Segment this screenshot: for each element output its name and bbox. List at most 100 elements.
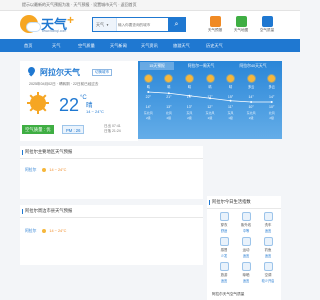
trend-point bbox=[250, 101, 253, 103]
logo-url: www.tianqi.com bbox=[42, 29, 67, 33]
trend-point bbox=[167, 92, 170, 95]
air-icon bbox=[261, 16, 273, 27]
air-quality-bar: 空气质量 : 优 PM : 26 日出 07:41 日落 21:24 bbox=[20, 123, 138, 137]
shortcut-label: 天气地图 bbox=[233, 28, 249, 32]
index-label: 空调 bbox=[264, 273, 272, 277]
life-index-item[interactable]: 晾晒 适宜 bbox=[235, 262, 257, 283]
life-index-item[interactable]: 钓鱼 适宜 bbox=[257, 237, 279, 258]
forecast-wind: 北风 bbox=[268, 111, 275, 115]
forecast-low: 13° bbox=[166, 105, 172, 109]
search-icon: ⌕ bbox=[174, 21, 179, 28]
search-input[interactable] bbox=[118, 19, 168, 30]
forecast-panel: 15天预报 阿拉尔一周天气 阿拉尔40天天气 晴 22° 14° 东北风 2级晴 21° 1… bbox=[138, 61, 282, 139]
life-index-item[interactable]: 旅游 适宜 bbox=[213, 262, 235, 283]
publish-info: 2025年04月02日 · 晴转阴 · 22日前已经过去 bbox=[29, 82, 99, 86]
index-icon bbox=[263, 262, 273, 271]
index-status: 中等 bbox=[242, 229, 250, 233]
forecast-level: 2级 bbox=[248, 116, 254, 120]
pm-badge: PM : 26 bbox=[62, 125, 85, 134]
nav-item-weather[interactable]: 天气 bbox=[52, 39, 60, 52]
index-status: 舒适 bbox=[220, 229, 228, 233]
list-item[interactable]: 阿拉尔 14 ~ 24°C bbox=[25, 229, 66, 234]
index-icon bbox=[241, 212, 251, 221]
life-index-item[interactable]: 运动 适宜 bbox=[235, 237, 257, 258]
index-label: 晾晒 bbox=[242, 273, 250, 277]
current-condition: 晴 bbox=[86, 102, 93, 109]
shortcut-map[interactable]: 天气地图 bbox=[230, 16, 252, 33]
index-label: 紫外线 bbox=[240, 223, 252, 227]
main-districts-section: 阿拉尔主要地区天气预报 阿拉尔 14 ~ 24°C bbox=[20, 146, 203, 199]
tab-40day[interactable]: 阿拉尔40天天气 bbox=[228, 62, 278, 70]
trend-line bbox=[148, 91, 272, 103]
forecast-wind: 北风 bbox=[165, 111, 172, 115]
top-bar-text: 提示以最新的天气预报为准 · 天气预报 · 设置城市天气 · 返回首页 bbox=[22, 2, 137, 7]
index-label: 穿衣 bbox=[220, 223, 228, 227]
shortcut-label: 天气预报 bbox=[207, 28, 223, 32]
nav-item-info[interactable]: 天气资讯 bbox=[141, 39, 158, 52]
life-index-item[interactable]: 洗车 适宜 bbox=[257, 212, 279, 233]
city-temp: 14 ~ 24°C bbox=[49, 229, 67, 233]
city-name: 阿拉尔 bbox=[25, 229, 37, 233]
index-icon bbox=[263, 237, 273, 246]
index-label: 旅游 bbox=[220, 273, 228, 277]
index-status: 适宜 bbox=[242, 254, 250, 258]
shortcut-air[interactable]: 空气质量 bbox=[256, 16, 278, 33]
sunny-icon bbox=[165, 75, 173, 82]
forecast-wind: 东北风 bbox=[246, 111, 256, 115]
nav-item-history[interactable]: 历史天气 bbox=[206, 39, 223, 52]
forecast-low: 10° bbox=[269, 105, 275, 109]
sunny-icon bbox=[185, 75, 193, 82]
current-temp: 22 bbox=[59, 95, 80, 115]
index-icon bbox=[241, 237, 251, 246]
life-index-item[interactable]: 感冒 少发 bbox=[213, 237, 235, 258]
index-icon bbox=[241, 262, 251, 271]
search-type-select[interactable]: 天气 ▼ bbox=[93, 18, 117, 31]
sunset-time: 日落 21:24 bbox=[104, 129, 121, 133]
logo-plus: + bbox=[67, 13, 75, 27]
switch-city-button[interactable]: 切换城市 bbox=[92, 69, 112, 76]
nav-item-travel[interactable]: 旅游天气 bbox=[173, 39, 190, 52]
forecast-level: 2级 bbox=[207, 116, 213, 120]
city-temp: 14 ~ 24°C bbox=[49, 168, 67, 172]
sun-times: 日出 07:41 日落 21:24 bbox=[104, 124, 121, 134]
life-index-item[interactable]: 空调 较少开启 bbox=[257, 262, 279, 283]
city-name: 阿拉尔 bbox=[25, 168, 37, 172]
nav-item-air[interactable]: 空气质量 bbox=[78, 39, 95, 52]
tab-15day[interactable]: 15天预报 bbox=[140, 62, 174, 70]
nav-item-news[interactable]: 天气新闻 bbox=[110, 39, 127, 52]
search-button[interactable]: ⌕ bbox=[168, 18, 185, 31]
chevron-down-icon: ▼ bbox=[106, 23, 109, 27]
life-index-panel: 阿拉尔今日生活指数 穿衣 舒适 紫外线 中等 洗车 适宜 感冒 少发 运动 适宜 钓鱼 适宜 旅游 适宜晾… bbox=[207, 196, 281, 300]
index-label: 钓鱼 bbox=[264, 248, 272, 252]
forecast-low: 14° bbox=[145, 105, 151, 109]
trend-point bbox=[147, 91, 150, 93]
sunny-icon bbox=[42, 168, 47, 172]
forecast-wind: 东北风 bbox=[205, 111, 215, 115]
forecast-tabs: 15天预报 阿拉尔一周天气 阿拉尔40天天气 bbox=[138, 61, 282, 71]
sunny-icon bbox=[42, 229, 47, 233]
index-status: 适宜 bbox=[220, 279, 228, 283]
header-shortcuts: 天气预报 天气地图 空气质量 bbox=[204, 16, 280, 38]
life-index-item[interactable]: 紫外线 中等 bbox=[235, 212, 257, 233]
life-index-item[interactable]: 穿衣 舒适 bbox=[213, 212, 235, 233]
search-bar: 天气▼ ⌕ bbox=[92, 17, 186, 32]
index-icon bbox=[263, 212, 273, 221]
sunny-icon bbox=[227, 75, 235, 82]
forecast-wind: 东北风 bbox=[143, 111, 153, 115]
index-status: 较少开启 bbox=[261, 279, 275, 283]
nav-item-home[interactable]: 首页 bbox=[24, 39, 32, 52]
forecast-wind: 东风 bbox=[227, 111, 234, 115]
site-logo[interactable]: 天气 + www.tianqi.com bbox=[20, 13, 84, 36]
side-footer[interactable]: 阿拉尔天气空气质量 bbox=[212, 292, 244, 297]
nearby-section: 阿拉尔周边市县天气预报 阿拉尔 14 ~ 24°C bbox=[20, 205, 203, 265]
section-title: 阿拉尔周边市县天气预报 bbox=[25, 208, 73, 213]
trend-point bbox=[229, 99, 232, 102]
forecast-wind: 东风 bbox=[186, 111, 193, 115]
forecast-low: 11° bbox=[228, 105, 234, 109]
forecast-level: 1级 bbox=[228, 116, 233, 120]
shortcut-forecast[interactable]: 天气预报 bbox=[204, 16, 226, 33]
list-item[interactable]: 阿拉尔 14 ~ 24°C bbox=[25, 168, 66, 173]
temp-trend-line bbox=[147, 91, 273, 103]
air-quality-badge[interactable]: 空气质量 : 优 bbox=[22, 125, 54, 134]
tab-week[interactable]: 阿拉尔一周天气 bbox=[178, 62, 224, 70]
